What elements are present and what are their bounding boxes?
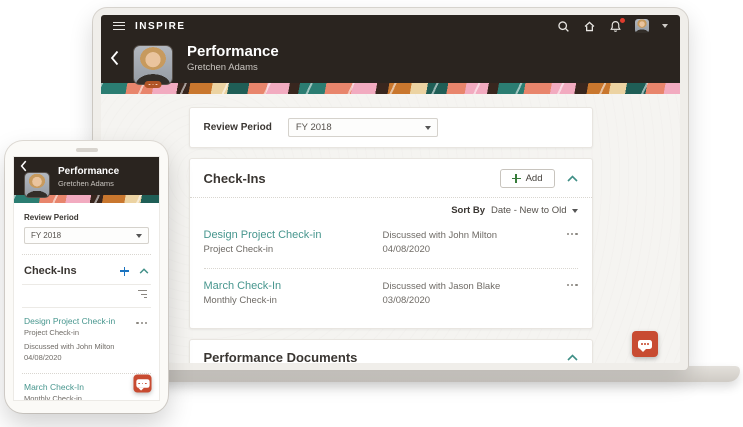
review-period-select[interactable]: FY 2018 bbox=[288, 118, 438, 137]
performance-documents-card: Performance Documents Curre bbox=[189, 339, 593, 363]
page-subtitle: Gretchen Adams bbox=[187, 62, 279, 73]
collapse-documents-icon[interactable] bbox=[567, 354, 578, 361]
review-period-value: FY 2018 bbox=[31, 231, 61, 240]
checkin-link[interactable]: Design Project Check-in bbox=[204, 229, 383, 241]
topbar-actions bbox=[557, 19, 668, 33]
checkin-row[interactable]: Design Project Check-in Project Check-in… bbox=[204, 218, 578, 268]
user-avatar[interactable] bbox=[635, 19, 649, 33]
checkin-discussed-with: Discussed with John Milton bbox=[383, 229, 562, 243]
phone-device: Performance Gretchen Adams Review Period… bbox=[5, 141, 168, 413]
checkin-type: Monthly Check-in bbox=[204, 295, 383, 306]
add-button-label: Add bbox=[526, 173, 543, 184]
page-subtitle: Gretchen Adams bbox=[58, 179, 119, 188]
overflow-menu-icon[interactable] bbox=[567, 233, 578, 258]
employee-avatar[interactable] bbox=[24, 172, 50, 198]
checkins-header: Check-Ins bbox=[24, 265, 149, 277]
checkin-row[interactable]: Design Project Check-in Project Check-in… bbox=[24, 308, 149, 371]
checkin-date: 04/08/2020 bbox=[383, 243, 562, 257]
laptop-device: INSPIRE bbox=[93, 8, 688, 370]
checkin-link[interactable]: March Check-In bbox=[24, 382, 149, 392]
laptop-bezel: INSPIRE bbox=[93, 8, 688, 370]
avatar-actions-icon[interactable] bbox=[145, 81, 162, 88]
checkin-type: Project Check-in bbox=[204, 244, 383, 255]
checkin-date: 04/08/2020 bbox=[24, 352, 149, 363]
review-period-label: Review Period bbox=[204, 122, 272, 133]
overflow-menu-icon[interactable] bbox=[136, 322, 147, 324]
checkin-type: Monthly Check-in bbox=[24, 394, 149, 402]
decorative-pattern-strip bbox=[101, 83, 680, 94]
employee-avatar[interactable] bbox=[133, 45, 173, 85]
chevron-down-icon[interactable] bbox=[662, 24, 668, 28]
sort-select[interactable]: Date - New to Old bbox=[491, 205, 578, 216]
checkin-date: 03/08/2020 bbox=[383, 294, 562, 308]
chat-icon[interactable] bbox=[632, 331, 658, 357]
page-title: Performance bbox=[187, 43, 279, 60]
checkin-link[interactable]: Design Project Check-in bbox=[24, 316, 149, 326]
add-checkin-button[interactable]: Add bbox=[500, 169, 555, 188]
phone-speaker bbox=[76, 148, 98, 152]
review-period-value: FY 2018 bbox=[296, 122, 332, 133]
back-icon[interactable] bbox=[20, 160, 27, 172]
review-period-card: Review Period FY 2018 bbox=[189, 107, 593, 148]
search-icon[interactable] bbox=[557, 20, 570, 33]
page-content: Review Period FY 2018 Check-Ins bbox=[101, 94, 680, 363]
divider bbox=[22, 254, 151, 255]
checkins-card: Check-Ins Add bbox=[189, 158, 593, 329]
checkins-title: Check-Ins bbox=[204, 171, 266, 186]
brand-logo: INSPIRE bbox=[135, 21, 186, 32]
phone-page-content: Review Period FY 2018 Check-Ins bbox=[14, 213, 159, 401]
menu-icon[interactable] bbox=[113, 22, 125, 30]
overflow-menu-icon[interactable] bbox=[567, 284, 578, 309]
review-period-select[interactable]: FY 2018 bbox=[24, 227, 149, 244]
checkin-discussed-with: Discussed with John Milton bbox=[24, 341, 149, 352]
chat-icon[interactable] bbox=[133, 374, 151, 392]
checkins-title: Check-Ins bbox=[24, 265, 77, 277]
stage: INSPIRE bbox=[0, 0, 743, 427]
review-period-label: Review Period bbox=[24, 213, 149, 222]
collapse-checkins-icon[interactable] bbox=[567, 175, 578, 182]
laptop-screen: INSPIRE bbox=[101, 15, 680, 363]
page-header: Performance Gretchen Adams bbox=[101, 37, 680, 83]
back-icon[interactable] bbox=[110, 50, 119, 66]
checkin-discussed-with: Discussed with Jason Blake bbox=[383, 280, 562, 294]
notifications-icon[interactable] bbox=[609, 20, 622, 33]
phone-screen: Performance Gretchen Adams Review Period… bbox=[13, 156, 160, 401]
performance-documents-title: Performance Documents bbox=[204, 350, 358, 363]
plus-icon bbox=[512, 174, 521, 183]
collapse-checkins-icon[interactable] bbox=[139, 268, 149, 274]
checkin-row[interactable]: March Check-In Monthly Check-in Discusse… bbox=[24, 374, 149, 402]
notification-badge bbox=[619, 17, 626, 24]
sort-icon[interactable] bbox=[138, 290, 147, 299]
sort-by-label: Sort By bbox=[451, 205, 485, 216]
checkin-link[interactable]: March Check-In bbox=[204, 280, 383, 292]
page-titles: Performance Gretchen Adams bbox=[187, 43, 279, 73]
add-checkin-button[interactable] bbox=[120, 267, 129, 276]
sort-value: Date - New to Old bbox=[491, 205, 567, 216]
sort-row: Sort By Date - New to Old bbox=[204, 198, 578, 218]
checkin-row[interactable]: March Check-In Monthly Check-in Discusse… bbox=[204, 268, 578, 319]
phone-page-header: Performance Gretchen Adams bbox=[14, 157, 159, 195]
page-title: Performance bbox=[58, 166, 119, 177]
global-topbar: INSPIRE bbox=[101, 15, 680, 37]
home-icon[interactable] bbox=[583, 20, 596, 33]
checkin-type: Project Check-in bbox=[24, 328, 149, 337]
